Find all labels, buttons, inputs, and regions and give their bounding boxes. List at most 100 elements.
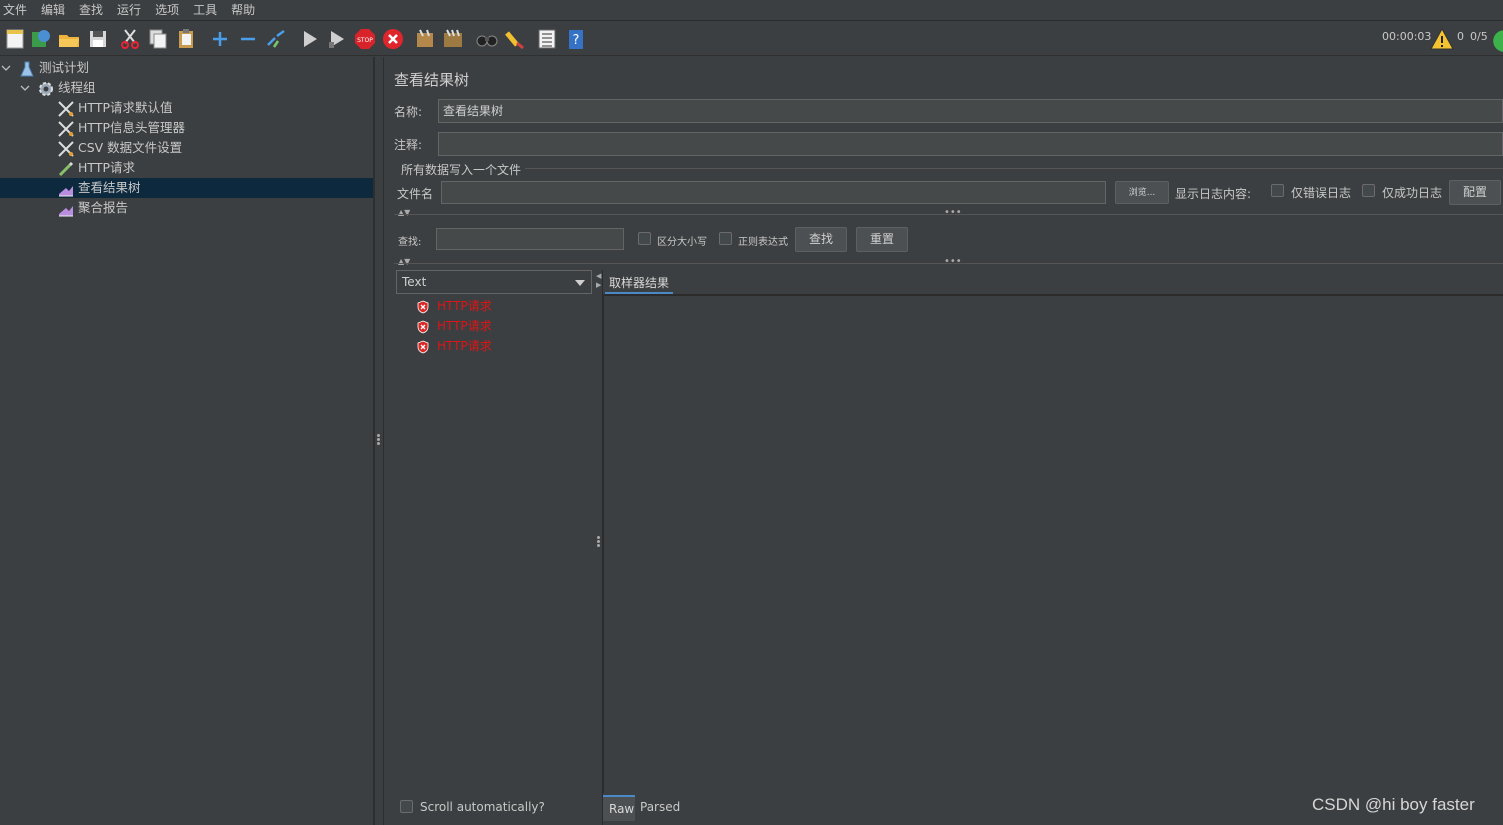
copy-icon[interactable]: [146, 27, 170, 51]
splitter-main[interactable]: [374, 57, 384, 825]
error-shield-icon: [417, 320, 429, 333]
file-section-title: 所有数据写入一个文件: [401, 163, 522, 177]
cut-icon[interactable]: [118, 27, 142, 51]
menu-help[interactable]: 帮助: [228, 0, 262, 21]
splitter-grip[interactable]: •••: [944, 256, 962, 267]
tree-label: HTTP请求: [78, 160, 135, 175]
reset-button[interactable]: 重置: [856, 227, 908, 252]
reset-search-icon[interactable]: [503, 27, 527, 51]
comment-field[interactable]: [438, 132, 1503, 156]
start-icon[interactable]: [298, 27, 322, 51]
watermark: CSDN @hi boy faster: [1312, 795, 1475, 814]
gear-icon: [39, 81, 53, 96]
regex-checkbox[interactable]: [719, 232, 732, 245]
menu-file[interactable]: 文件: [0, 0, 34, 21]
tree-node-thread-group[interactable]: 线程组: [37, 78, 96, 98]
result-label: HTTP请求: [437, 339, 492, 353]
result-label: HTTP请求: [437, 319, 492, 333]
tree-node-http-defaults[interactable]: HTTP请求默认值: [57, 98, 173, 118]
errors-only-checkbox[interactable]: [1271, 184, 1284, 197]
toggle-icon[interactable]: [264, 27, 288, 51]
renderer-selected: Text: [402, 275, 427, 289]
splitter-grip[interactable]: [377, 434, 380, 446]
tree-label: 线程组: [58, 80, 96, 95]
show-log-label: 显示日志内容:: [1175, 187, 1252, 201]
warning-icon[interactable]: [1430, 27, 1454, 50]
tab-parsed[interactable]: Parsed: [640, 800, 680, 814]
configure-button[interactable]: 配置: [1449, 180, 1501, 205]
menu-search[interactable]: 查找: [76, 0, 110, 21]
success-only-checkbox[interactable]: [1362, 184, 1375, 197]
success-only-label: 仅成功日志: [1382, 186, 1443, 200]
pipette-icon: [58, 161, 74, 176]
result-detail-pane: [603, 295, 1503, 793]
templates-icon[interactable]: [29, 27, 53, 51]
open-folder-icon[interactable]: [57, 27, 81, 51]
splitter-grip[interactable]: •••: [944, 207, 962, 218]
collapse-arrows-icon[interactable]: ◀ ▶: [596, 272, 601, 290]
tree-node-header-manager[interactable]: HTTP信息头管理器: [57, 118, 185, 138]
collapse-arrows-icon[interactable]: ▲▼: [398, 208, 410, 217]
menu-edit[interactable]: 编辑: [38, 0, 72, 21]
menu-options[interactable]: 选项: [152, 0, 186, 21]
splitter-results[interactable]: ◀ ▶: [594, 270, 603, 825]
renderer-select[interactable]: Text: [396, 270, 592, 294]
tree-label: 查看结果树: [78, 180, 141, 195]
tree-node-aggregate-report[interactable]: 聚合报告: [57, 198, 128, 218]
tree-node-view-results-tree[interactable]: 查看结果树: [0, 178, 373, 198]
svg-text:STOP: STOP: [357, 37, 373, 44]
result-item[interactable]: HTTP请求: [416, 316, 492, 336]
save-icon[interactable]: [86, 27, 110, 51]
tree-node-test-plan[interactable]: 测试计划: [18, 58, 89, 78]
browse-button[interactable]: 浏览...: [1115, 181, 1169, 204]
splitter-grip[interactable]: [597, 536, 600, 548]
error-shield-icon: [417, 300, 429, 313]
shutdown-icon[interactable]: [381, 27, 405, 51]
menu-run[interactable]: 运行: [114, 0, 148, 21]
clear-all-icon[interactable]: [441, 27, 465, 51]
search-label: 查找:: [398, 237, 422, 248]
function-list-icon[interactable]: [535, 27, 559, 51]
menu-tools[interactable]: 工具: [190, 0, 224, 21]
help-icon[interactable]: ?: [564, 27, 588, 51]
tab-raw[interactable]: Raw: [603, 795, 635, 821]
menu-bar: 文件 编辑 查找 运行 选项 工具 帮助: [0, 0, 1503, 21]
binoculars-icon[interactable]: [475, 27, 499, 51]
clear-icon[interactable]: [413, 27, 437, 51]
comment-label: 注释:: [394, 138, 423, 152]
result-item[interactable]: HTTP请求: [416, 296, 492, 316]
sample-results-list: HTTP请求 HTTP请求 HTTP请求 Scroll automaticall…: [396, 294, 593, 825]
result-item[interactable]: HTTP请求: [416, 336, 492, 356]
chevron-down-icon: [575, 280, 585, 286]
toolbar: STOP ? 00:00:03 0 0/5: [0, 22, 1503, 56]
name-field[interactable]: 查看结果树: [438, 99, 1503, 123]
tree-node-http-request[interactable]: HTTP请求: [57, 158, 135, 178]
new-file-icon[interactable]: [3, 27, 27, 51]
find-button[interactable]: 查找: [795, 227, 847, 252]
expand-icon[interactable]: [208, 27, 232, 51]
case-sensitive-label: 区分大小写: [657, 237, 707, 248]
start-no-pause-icon[interactable]: [325, 27, 349, 51]
name-label: 名称:: [394, 105, 423, 119]
collapse-icon[interactable]: [236, 27, 260, 51]
paste-icon[interactable]: [174, 27, 198, 51]
search-input[interactable]: [436, 228, 624, 250]
chevron-down-icon[interactable]: [1, 63, 11, 73]
tree-node-csv-config[interactable]: CSV 数据文件设置: [57, 138, 182, 158]
chart-icon: [59, 185, 73, 196]
chevron-down-icon[interactable]: [20, 83, 30, 93]
scroll-auto-checkbox[interactable]: [400, 800, 413, 813]
stop-icon[interactable]: STOP: [353, 27, 377, 51]
elapsed-timer: 00:00:03: [1382, 30, 1432, 43]
test-plan-tree: 测试计划 线程组 HTTP请求默认值 HTTP信息头管理器 CSV 数据文件设置…: [0, 57, 374, 825]
collapse-arrows-icon[interactable]: ▲▼: [398, 257, 410, 266]
tab-sampler-result[interactable]: 取样器结果: [605, 270, 674, 294]
filename-field[interactable]: [441, 181, 1106, 204]
wrench-icon: [58, 120, 74, 137]
tree-label: HTTP请求默认值: [78, 100, 173, 115]
view-results-tree-panel: 查看结果树 名称: 查看结果树 注释: 所有数据写入一个文件 文件名 浏览...…: [385, 57, 1503, 825]
wrench-icon: [58, 100, 74, 117]
case-sensitive-checkbox[interactable]: [638, 232, 651, 245]
regex-label: 正则表达式: [738, 237, 788, 248]
thread-count: 0/5: [1470, 30, 1488, 43]
